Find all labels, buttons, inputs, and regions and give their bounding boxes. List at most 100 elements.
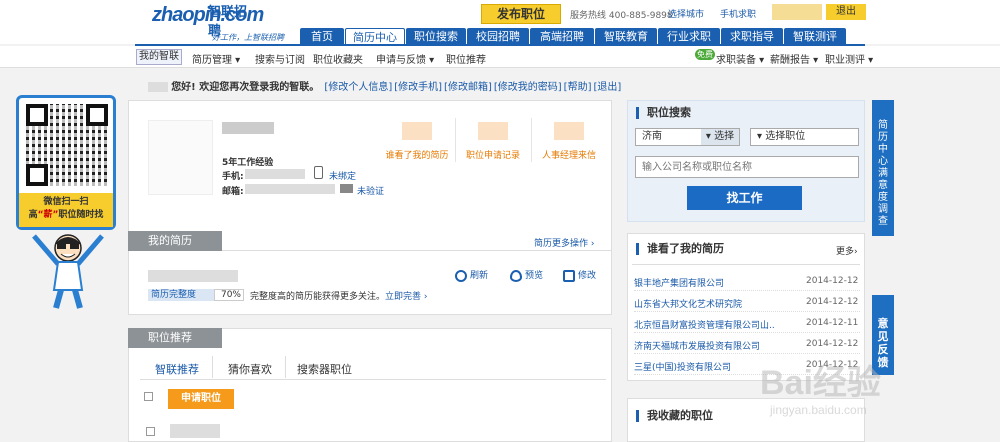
stat-count-blur (478, 122, 508, 140)
logout-button[interactable]: 退出 (826, 4, 866, 20)
main-nav: 首页 简历中心 职位搜索 校园招聘 高端招聘 智联教育 行业求职 求职指导 智联… (300, 28, 847, 45)
experience: 5年工作经验 (222, 158, 274, 168)
nav-guide[interactable]: 求职指导 (721, 28, 783, 45)
company-link[interactable]: 三星(中国)投资有限公司 (634, 360, 774, 373)
qr-line2-post: 职位随时找 (58, 210, 104, 220)
favorites-title: 我收藏的职位 (636, 410, 713, 422)
tab-guess-you-like[interactable]: 猜你喜欢 (228, 361, 272, 377)
list-item: 银丰地产集团有限公司 2014-12-12 (634, 273, 860, 291)
post-job-button[interactable]: 发布职位 (481, 4, 561, 24)
edit-label: 修改 (578, 271, 597, 281)
mobile-link[interactable]: 手机求职 (720, 7, 756, 20)
improve-link[interactable]: 立即完善 › (385, 292, 427, 302)
completeness-label: 简历完整度 (148, 289, 214, 301)
email-blur (245, 184, 335, 194)
logo[interactable]: zhaopin.com 智联招聘 好工作，上智联招聘 (152, 2, 284, 42)
nav-job-search[interactable]: 职位搜索 (406, 28, 466, 45)
slogan: 好工作，上智联招聘 (212, 33, 284, 42)
phone-bind-link[interactable]: 未绑定 (329, 169, 356, 182)
name-blur (222, 122, 274, 134)
avatar[interactable] (148, 120, 213, 195)
company-link[interactable]: 山东省大邦文化艺术研究院 (634, 297, 774, 310)
subnav-apply-feedback[interactable]: 申请与反馈 ▾ (376, 51, 434, 66)
stat-hr-letters[interactable]: 人事经理来信 (533, 120, 605, 165)
completeness-value: 70% (214, 289, 244, 301)
stat-label: 职位申请记录 (465, 151, 520, 161)
job-checkbox[interactable] (146, 427, 155, 436)
view-date: 2014-12-12 (806, 297, 859, 307)
qr-line2: 高“薪”职位随时找 (19, 209, 113, 222)
stat-applications[interactable]: 职位申请记录 (457, 120, 529, 165)
who-viewed-title: 谁看了我的简历 (636, 243, 724, 255)
job-row-blur (170, 424, 220, 438)
stat-count-blur (402, 122, 432, 140)
edit-phone-link[interactable]: [修改手机] (394, 82, 442, 93)
apply-job-button[interactable]: 申请职位 (168, 389, 234, 409)
who-viewed-more-link[interactable]: 更多› (836, 244, 858, 257)
nav-home[interactable]: 首页 (300, 28, 344, 45)
nav-resume-center[interactable]: 简历中心 (345, 28, 405, 45)
eye-icon (510, 269, 522, 282)
phone-label: 手机: (222, 172, 244, 182)
preview-label: 预览 (525, 271, 544, 281)
refresh-button[interactable]: 刷新 (455, 268, 488, 282)
qr-corner (26, 164, 48, 186)
nav-assessment[interactable]: 智联测评 (784, 28, 846, 45)
subnav-favorites[interactable]: 职位收藏夹 (313, 51, 363, 66)
subnav-resume-manage[interactable]: 简历管理 ▾ (192, 51, 240, 66)
resume-section-title: 我的简历 (128, 231, 222, 251)
help-link[interactable]: [帮助] (564, 82, 592, 93)
subnav-test[interactable]: 职业测评 ▾ (825, 51, 873, 66)
tab-zhilian-recommend[interactable]: 智联推荐 (155, 361, 199, 377)
email-verify-link[interactable]: 未验证 (357, 184, 384, 197)
divider (531, 118, 532, 162)
tip-text: 完整度高的简历能获得更多关注。 (250, 292, 386, 302)
nav-campus[interactable]: 校园招聘 (467, 28, 529, 45)
resume-name-blur (148, 270, 238, 282)
subnav-salary[interactable]: 薪酬报告 ▾ (770, 51, 818, 66)
job-category-select[interactable]: ▾ 选择职位 (750, 128, 859, 146)
tab-search-jobs[interactable]: 搜索器职位 (297, 361, 352, 377)
company-link[interactable]: 北京恒昌财富投资管理有限公司山... (634, 318, 774, 331)
mobile-phone-icon (314, 166, 323, 179)
city-select[interactable]: 济南 ▾ 选择 (635, 128, 740, 146)
nav-education[interactable]: 智联教育 (595, 28, 657, 45)
resume-more-link[interactable]: 简历更多操作 › (534, 236, 594, 249)
stat-label: 人事经理来信 (541, 151, 596, 161)
nav-industry[interactable]: 行业求职 (658, 28, 720, 45)
completeness-tip: 完整度高的简历能获得更多关注。立即完善 › (250, 289, 427, 302)
search-input[interactable] (635, 156, 859, 178)
edit-info-link[interactable]: [修改个人信息] (324, 82, 392, 93)
job-search-title: 职位搜索 (636, 107, 691, 119)
stat-label: 谁看了我的简历 (385, 151, 449, 161)
divider (455, 118, 456, 162)
subnav-my-zhilian[interactable]: 我的智联 (136, 49, 182, 65)
find-job-button[interactable]: 找工作 (687, 186, 802, 210)
wechat-qr-widget[interactable]: 微信扫一扫 高“薪”职位随时找 (16, 95, 116, 230)
watermark-main: Bai经验 (760, 364, 881, 402)
username-box (772, 4, 822, 20)
subnav-equipment[interactable]: 求职装备 ▾ (716, 51, 764, 66)
preview-button[interactable]: 预览 (510, 268, 543, 282)
refresh-label: 刷新 (470, 271, 489, 281)
email-label: 邮箱: (222, 187, 244, 197)
list-item: 北京恒昌财富投资管理有限公司山... 2014-12-11 (634, 315, 860, 333)
subnav-search-subscribe[interactable]: 搜索与订阅 (255, 51, 305, 66)
sub-nav: 我的智联 简历管理 ▾ 搜索与订阅 职位收藏夹 申请与反馈 ▾ 职位推荐 求职装… (0, 46, 1000, 68)
select-all-checkbox[interactable] (144, 392, 153, 401)
qr-corner (26, 104, 48, 126)
company-link[interactable]: 济南天福城市发展投资有限公司 (634, 339, 774, 352)
select-city-link[interactable]: 选择城市 (668, 7, 704, 20)
qr-line1: 微信扫一扫 (43, 197, 89, 207)
stat-viewed[interactable]: 谁看了我的简历 (381, 120, 453, 165)
greet-logout-link[interactable]: [退出] (593, 82, 621, 93)
edit-password-link[interactable]: [修改我的密码] (494, 82, 562, 93)
nav-highend[interactable]: 高端招聘 (530, 28, 594, 45)
city-select-button[interactable]: ▾ 选择 (701, 129, 739, 145)
edit-email-link[interactable]: [修改邮箱] (444, 82, 492, 93)
view-date: 2014-12-11 (806, 318, 859, 328)
edit-button[interactable]: 修改 (563, 268, 596, 282)
subnav-recommend[interactable]: 职位推荐 (446, 51, 486, 66)
survey-side-tab[interactable]: 简历中心满意度调查 (872, 100, 894, 236)
company-link[interactable]: 银丰地产集团有限公司 (634, 276, 774, 289)
